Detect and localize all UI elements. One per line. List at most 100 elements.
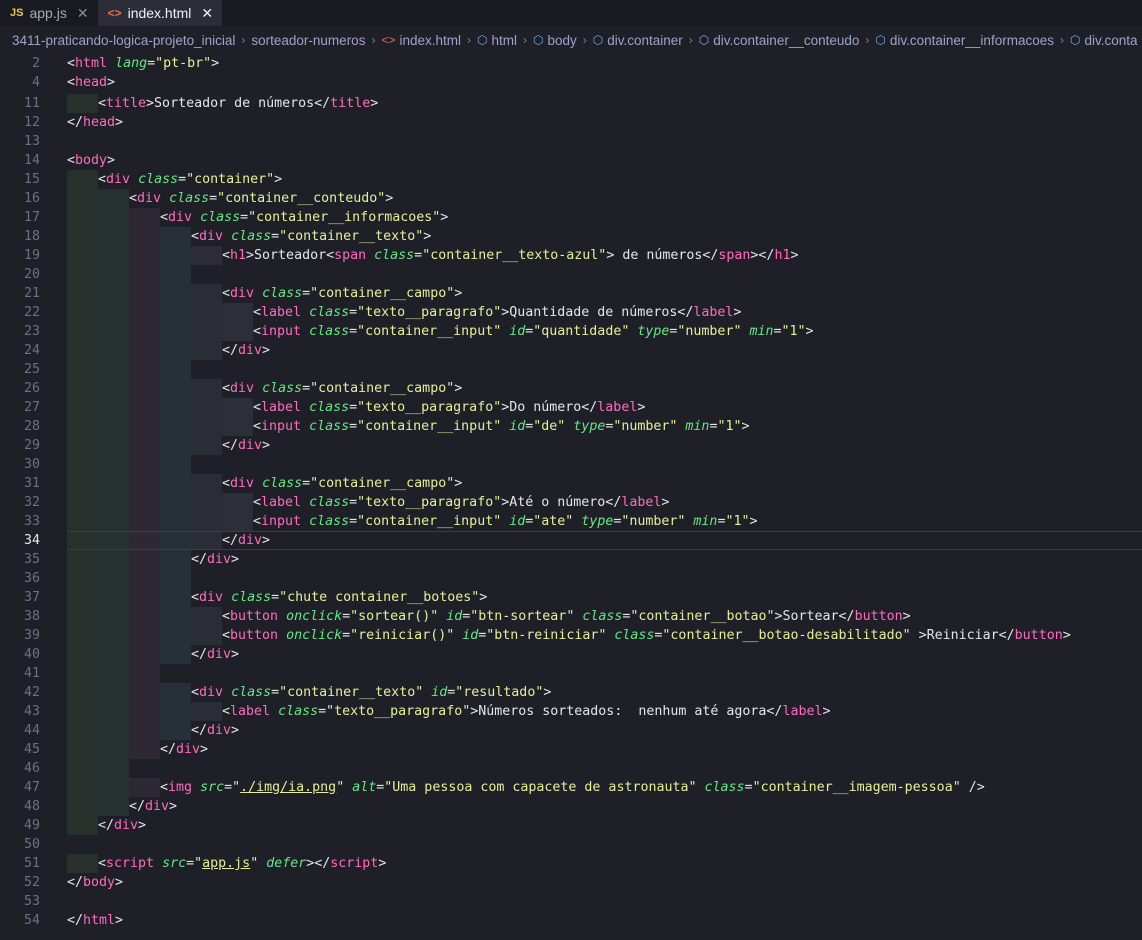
code-line[interactable]: 32 <label class="texto__paragrafo">Até o … (0, 493, 1142, 512)
code-text-area[interactable] (67, 892, 1142, 911)
code-line[interactable]: 49 </div> (0, 816, 1142, 835)
code-editor[interactable]: 2 <html lang="pt-br"> 4 <head> 11 <title>Sort… (0, 54, 1142, 930)
breadcrumb-item[interactable]: ⬡ body (533, 33, 577, 48)
code-text-area[interactable]: </head> (67, 113, 1142, 132)
code-text-area[interactable]: <div class="chute container__botoes"> (67, 588, 1142, 607)
close-icon[interactable]: ✕ (77, 5, 89, 22)
code-line[interactable]: 53 (0, 892, 1142, 911)
code-text-area[interactable]: </div> (67, 531, 1142, 550)
code-text-area[interactable] (67, 132, 1142, 151)
code-text-area[interactable]: </div> (67, 740, 1142, 759)
code-text-area[interactable]: <label class="texto__paragrafo">Até o nú… (67, 493, 1142, 512)
close-icon[interactable]: ✕ (201, 5, 213, 22)
code-text-area[interactable] (67, 759, 1142, 778)
breadcrumb-item[interactable]: sorteador-numeros (251, 33, 365, 48)
code-text-area[interactable]: <div class="container__informacoes"> (67, 208, 1142, 227)
code-text-area[interactable]: <div class="container__texto"> (67, 227, 1142, 246)
code-text-area[interactable]: <div class="container__campo"> (67, 474, 1142, 493)
code-line[interactable]: 38 <button onclick="sortear()" id="btn-so… (0, 607, 1142, 626)
code-line[interactable]: 11 <title>Sorteador de números</title> (0, 94, 1142, 113)
code-line[interactable]: 19 <h1>Sorteador<span class="container__t… (0, 246, 1142, 265)
code-text-area[interactable]: <div class="container"> (67, 170, 1142, 189)
code-line[interactable]: 22 <label class="texto__paragrafo">Quanti… (0, 303, 1142, 322)
code-line[interactable]: 24 </div> (0, 341, 1142, 360)
code-line[interactable]: 52 </body> (0, 873, 1142, 892)
code-line[interactable]: 26 <div class="container__campo"> (0, 379, 1142, 398)
code-line[interactable]: 50 (0, 835, 1142, 854)
code-line[interactable]: 16 <div class="container__conteudo"> (0, 189, 1142, 208)
code-line[interactable]: 14 <body> (0, 151, 1142, 170)
code-line[interactable]: 45 </div> (0, 740, 1142, 759)
code-text-area[interactable]: </div> (67, 645, 1142, 664)
code-line[interactable]: 42 <div class="container__texto" id="resu… (0, 683, 1142, 702)
code-text-area[interactable]: <div class="container__campo"> (67, 379, 1142, 398)
code-text-area[interactable]: <button onclick="reiniciar()" id="btn-re… (67, 626, 1142, 645)
code-line[interactable]: 44 </div> (0, 721, 1142, 740)
code-text-area[interactable] (67, 265, 1142, 284)
code-text-area[interactable] (67, 835, 1142, 854)
code-text-area[interactable]: <h1>Sorteador<span class="container__tex… (67, 246, 1142, 265)
code-text-area[interactable]: <label class="texto__paragrafo">Números … (67, 702, 1142, 721)
code-line[interactable]: 39 <button onclick="reiniciar()" id="btn-… (0, 626, 1142, 645)
code-text-area[interactable]: </html> (67, 911, 1142, 930)
code-text-area[interactable]: <script src="app.js" defer></script> (67, 854, 1142, 873)
code-text-area[interactable]: </div> (67, 797, 1142, 816)
breadcrumb-item[interactable]: ⬡ div.conta (1070, 33, 1138, 48)
code-line[interactable]: 48 </div> (0, 797, 1142, 816)
code-text-area[interactable]: <head> (67, 73, 1142, 92)
tab-app-js[interactable]: JS app.js ✕ (0, 0, 98, 26)
code-line[interactable]: 35 </div> (0, 550, 1142, 569)
code-line[interactable]: 31 <div class="container__campo"> (0, 474, 1142, 493)
code-line[interactable]: 46 (0, 759, 1142, 778)
code-text-area[interactable]: <div class="container__texto" id="result… (67, 683, 1142, 702)
code-line[interactable]: 12 </head> (0, 113, 1142, 132)
breadcrumb-item[interactable]: ⬡ html (477, 33, 517, 48)
code-line[interactable]: 4 <head> (0, 73, 1142, 92)
code-line[interactable]: 30 (0, 455, 1142, 474)
code-line[interactable]: 29 </div> (0, 436, 1142, 455)
code-line[interactable]: 15 <div class="container"> (0, 170, 1142, 189)
breadcrumb-item[interactable]: ⬡ div.container (593, 33, 683, 48)
code-text-area[interactable]: <body> (67, 151, 1142, 170)
code-line[interactable]: 21 <div class="container__campo"> (0, 284, 1142, 303)
code-text-area[interactable]: <div class="container__campo"> (67, 284, 1142, 303)
code-text-area[interactable]: <html lang="pt-br"> (67, 54, 1142, 73)
tab-index-html[interactable]: <> index.html ✕ (97, 0, 223, 26)
code-line[interactable]: 41 (0, 664, 1142, 683)
breadcrumb-item[interactable]: ⬡ div.container__conteudo (699, 33, 860, 48)
code-text-area[interactable]: <label class="texto__paragrafo">Do númer… (67, 398, 1142, 417)
code-text-area[interactable]: </div> (67, 816, 1142, 835)
code-line[interactable]: 23 <input class="container__input" id="qu… (0, 322, 1142, 341)
breadcrumb-item[interactable]: ⬡ div.container__informacoes (875, 33, 1054, 48)
code-text-area[interactable] (67, 664, 1142, 683)
breadcrumb-item[interactable]: <> index.html (381, 33, 461, 48)
code-text-area[interactable]: <input class="container__input" id="quan… (67, 322, 1142, 341)
code-text-area[interactable]: </div> (67, 436, 1142, 455)
code-text-area[interactable]: <button onclick="sortear()" id="btn-sort… (67, 607, 1142, 626)
code-line[interactable]: 43 <label class="texto__paragrafo">Número… (0, 702, 1142, 721)
code-text-area[interactable]: <label class="texto__paragrafo">Quantida… (67, 303, 1142, 322)
code-line[interactable]: 27 <label class="texto__paragrafo">Do núm… (0, 398, 1142, 417)
code-text-area[interactable] (67, 360, 1142, 379)
code-text-area[interactable]: <div class="container__conteudo"> (67, 189, 1142, 208)
code-line[interactable]: 54 </html> (0, 911, 1142, 930)
code-line[interactable]: 20 (0, 265, 1142, 284)
code-text-area[interactable] (67, 455, 1142, 474)
code-text-area[interactable]: </div> (67, 721, 1142, 740)
code-text-area[interactable]: <input class="container__input" id="de" … (67, 417, 1142, 436)
code-text-area[interactable] (67, 569, 1142, 588)
code-line[interactable]: 51 <script src="app.js" defer></script> (0, 854, 1142, 873)
code-line[interactable]: 25 (0, 360, 1142, 379)
code-line[interactable]: 33 <input class="container__input" id="at… (0, 512, 1142, 531)
code-line[interactable]: 18 <div class="container__texto"> (0, 227, 1142, 246)
code-line[interactable]: 47 <img src="./img/ia.png" alt="Uma pesso… (0, 778, 1142, 797)
code-line[interactable]: 2 <html lang="pt-br"> (0, 54, 1142, 73)
breadcrumb-item[interactable]: 3411-praticando-logica-projeto_inicial (12, 33, 235, 48)
code-text-area[interactable]: <input class="container__input" id="ate"… (67, 512, 1142, 531)
code-line[interactable]: 40 </div> (0, 645, 1142, 664)
code-line[interactable]: 13 (0, 132, 1142, 151)
code-line[interactable]: 28 <input class="container__input" id="de… (0, 417, 1142, 436)
code-text-area[interactable]: </div> (67, 341, 1142, 360)
code-text-area[interactable]: <title>Sorteador de números</title> (67, 94, 1142, 113)
code-text-area[interactable]: </div> (67, 550, 1142, 569)
